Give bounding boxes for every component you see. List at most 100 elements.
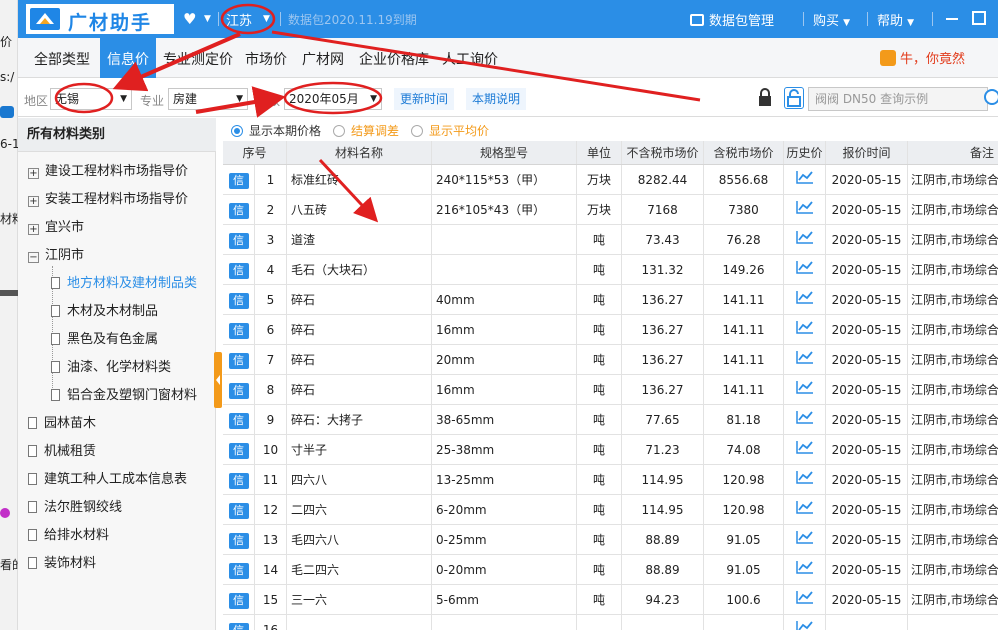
header-unit[interactable]: 单位 [577,141,622,164]
sidebar-item[interactable]: 地方材料及建材制品类 [51,271,197,297]
sidebar-item[interactable]: + 建设工程材料市场指导价 [28,159,188,185]
history-chart-icon[interactable] [795,226,815,255]
bg-text: 6-1 [0,137,20,151]
history-cell [784,165,826,194]
cell-no: 8 [255,375,287,404]
tab-market-price[interactable]: 市场价 [240,38,292,78]
history-chart-icon[interactable] [795,496,815,525]
header-history[interactable]: 历史价 [784,141,826,164]
history-chart-icon[interactable] [795,166,815,195]
table-row[interactable]: 信 14 毛二四六 0-20mm 吨 88.89 91.05 2020-05-15 江阴市,市场… [223,555,998,585]
cell-inc: 100.6 [704,585,784,614]
table-row[interactable]: 信 15 三一六 5-6mm 吨 94.23 100.6 2020-05-15 江阴市,市场综合 [223,585,998,615]
sidebar-item[interactable]: 给排水材料 [28,523,109,549]
history-chart-icon[interactable] [795,406,815,435]
maximize-button[interactable] [972,11,986,25]
sidebar-item[interactable]: 建筑工种人工成本信息表 [28,467,187,493]
cell-inc: 7380 [704,195,784,224]
cell-note: 江阴市,市场综合 [911,563,998,577]
table-row[interactable]: 信 7 碎石 20mm 吨 136.27 141.11 2020-05-15 江阴市,市场综合 [223,345,998,375]
table-row[interactable]: 信 12 二四六 6-20mm 吨 114.95 120.98 2020-05-15 江阴市,市… [223,495,998,525]
table-row[interactable]: 信 11 四六八 13-25mm 吨 114.95 120.98 2020-05-15 江阴市,… [223,465,998,495]
header-price-ex-tax[interactable]: 不含税市场价 [622,141,704,164]
province-selector[interactable]: 江苏 [226,10,252,29]
history-chart-icon[interactable] [795,526,815,555]
sidebar-item[interactable]: + 宜兴市 [28,215,84,241]
sidebar-item[interactable]: 木材及木材制品 [51,299,158,325]
radio-current-price[interactable]: 显示本期价格 [231,122,321,139]
promo-banner[interactable]: 牛，你竟然 [880,48,965,67]
table-row[interactable]: 信 1 标准红砖 240*115*53（甲） 万块 8282.44 8556.68 2020-… [223,165,998,195]
tab-all-types[interactable]: 全部类型 [28,38,96,78]
cell-spec: 16mm [432,315,577,344]
tab-manual-inquiry[interactable]: 人工询价 [438,38,502,78]
history-chart-icon[interactable] [795,346,815,375]
lock-icon[interactable] [756,88,774,108]
search-input[interactable]: 阀阀 DN50 查询示例 [808,87,988,111]
tab-info-price[interactable]: 信息价 [100,38,156,78]
unlock-icon[interactable] [784,87,804,109]
sidebar-item[interactable]: − 江阴市 [28,243,84,269]
sidebar-item[interactable]: 黑色及有色金属 [51,327,158,353]
period-notes-button[interactable]: 本期说明 [466,88,527,110]
sidebar-item[interactable]: + 安装工程材料市场指导价 [28,187,188,213]
cell-no: 15 [255,585,287,614]
sidebar-item[interactable]: 装饰材料 [28,551,96,577]
header-name[interactable]: 材料名称 [287,141,432,164]
radio-average-price[interactable]: 显示平均价 [411,122,489,139]
tab-enterprise-library[interactable]: 企业价格库 [354,38,434,78]
caret-down-icon[interactable]: ▼ [204,14,211,24]
info-badge: 信 [228,502,249,519]
history-chart-icon[interactable] [795,586,815,615]
history-chart-icon[interactable] [795,436,815,465]
major-select[interactable]: 房建 ▼ [168,88,248,110]
table-row[interactable]: 信 10 寸半子 25-38mm 吨 71.23 74.08 2020-05-15 江阴市,市场… [223,435,998,465]
radio-settlement[interactable]: 结算调差 [333,122,399,139]
region-select[interactable]: 无锡 ▼ [50,88,132,110]
sidebar-collapse-handle[interactable] [214,352,222,408]
sidebar-item[interactable]: 法尔胜钢绞线 [28,495,122,521]
header-date[interactable]: 报价时间 [826,141,908,164]
package-manager-button[interactable]: 数据包管理 [690,10,774,29]
collapse-icon: − [28,252,39,263]
table-row[interactable]: 信 16 [223,615,998,630]
header-price-inc-tax[interactable]: 含税市场价 [704,141,784,164]
header-note[interactable]: 备注 [908,141,998,164]
history-chart-icon[interactable] [795,196,815,225]
minimize-button[interactable] [946,18,958,20]
info-badge-cell: 信 [223,315,255,344]
sidebar-item[interactable]: 油漆、化学材料类 [51,355,171,381]
update-time-button[interactable]: 更新时间 [394,88,455,110]
sidebar-item[interactable]: 铝合金及塑钢门窗材料 [51,383,197,409]
history-chart-icon[interactable] [795,466,815,495]
sidebar-item[interactable]: 机械租赁 [28,439,96,465]
history-chart-icon[interactable] [795,316,815,345]
search-icon[interactable] [984,89,998,105]
table-row[interactable]: 信 2 八五砖 216*105*43（甲） 万块 7168 7380 2020-05-15 江阴… [223,195,998,225]
period-select[interactable]: 2020年05月 ▼ [284,88,382,110]
history-chart-icon[interactable] [795,256,815,285]
table-row[interactable]: 信 8 碎石 16mm 吨 136.27 141.11 2020-05-15 江阴市,市场综合 [223,375,998,405]
tab-measured-price[interactable]: 专业测定价 [161,38,235,78]
cell-name: 毛二四六 [287,555,432,584]
table-row[interactable]: 信 6 碎石 16mm 吨 136.27 141.11 2020-05-15 江阴市,市场综合 [223,315,998,345]
buy-menu[interactable]: 购买 ▼ [813,10,850,29]
table-row[interactable]: 信 5 碎石 40mm 吨 136.27 141.11 2020-05-15 江阴市,市场综合 [223,285,998,315]
header-no[interactable]: 序号 [223,141,287,164]
table-row[interactable]: 信 3 道渣 吨 73.43 76.28 2020-05-15 江阴市,市场综合 [223,225,998,255]
header-spec[interactable]: 规格型号 [432,141,577,164]
help-menu[interactable]: 帮助 ▼ [877,10,914,29]
cell-date: 2020-05-15 [826,165,908,194]
history-chart-icon[interactable] [795,376,815,405]
table-row[interactable]: 信 4 毛石（大块石） 吨 131.32 149.26 2020-05-15 江阴市,市场综合 [223,255,998,285]
favorite-heart-icon[interactable]: ♥ [183,10,201,28]
history-chart-icon[interactable] [795,556,815,585]
history-chart-icon[interactable] [795,286,815,315]
province-caret-icon[interactable]: ▼ [263,14,270,24]
history-chart-icon[interactable] [795,616,815,630]
table-row[interactable]: 信 13 毛四六八 0-25mm 吨 88.89 91.05 2020-05-15 江阴市,市场… [223,525,998,555]
cell-spec [432,255,577,284]
table-row[interactable]: 信 9 碎石：大拷子 38-65mm 吨 77.65 81.18 2020-05-15 江阴市,… [223,405,998,435]
sidebar-item[interactable]: 园林苗木 [28,411,96,437]
tab-guangcai-web[interactable]: 广材网 [298,38,348,78]
